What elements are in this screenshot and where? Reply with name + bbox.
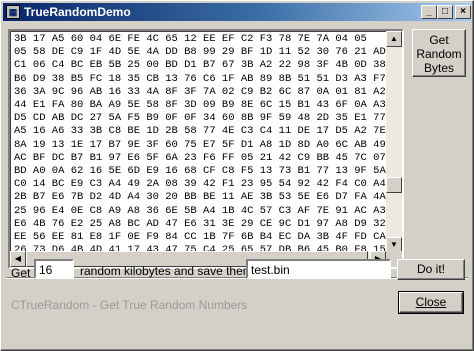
main-window: ▦ TrueRandomDemo _ □ × 3B 17 A5 60 04 6E… xyxy=(0,0,474,351)
hex-line: BD A0 0A 62 16 5E 6D E9 16 68 CF C8 F5 1… xyxy=(14,165,386,178)
vertical-scrollbar[interactable]: ▲ ▼ xyxy=(386,31,402,253)
hex-line: 05 58 DE C9 1F 4D 5E 4A DD B8 99 29 BF 1… xyxy=(14,46,386,59)
hex-line: 2B B7 E6 7B D2 4D A4 30 20 BB BE 11 AE 3… xyxy=(14,191,386,204)
hex-line: E6 4B 76 E2 25 A8 BC AD 47 E6 31 3E 29 C… xyxy=(14,217,386,230)
hex-dump-text: 3B 17 A5 60 04 6E FE 4C 65 12 EE EF C2 F… xyxy=(14,33,386,257)
app-icon: ▦ xyxy=(6,5,20,19)
scroll-left-button[interactable]: ◀ xyxy=(10,251,26,267)
hex-line: 3B 17 A5 60 04 6E FE 4C 65 12 EE EF C2 F… xyxy=(14,33,367,45)
hex-line: 36 3A 9C 96 AB 16 33 4A 8F 3F 7A 02 C9 B… xyxy=(14,85,386,98)
hex-line: B6 D9 38 B5 FC 18 35 CB 13 76 C6 1F AB 8… xyxy=(14,72,386,85)
hex-line: 44 E1 FA 80 BA A9 5E 58 8F 3D 09 B9 8E 6… xyxy=(14,99,386,112)
hex-line: 25 96 E4 0E C8 A9 A8 36 6E 5B A4 1B 4C 5… xyxy=(14,204,386,217)
hex-line: D5 CD AB DC 27 5A F5 B9 0F 0F 34 60 8B 9… xyxy=(14,112,386,125)
close-button[interactable]: Close xyxy=(398,291,464,314)
minimize-button[interactable]: _ xyxy=(421,5,437,19)
vertical-scroll-thumb[interactable] xyxy=(386,177,402,193)
status-text: CTrueRandom - Get True Random Numbers xyxy=(11,298,248,312)
title-bar[interactable]: ▦ TrueRandomDemo _ □ × xyxy=(3,3,471,21)
scroll-up-button[interactable]: ▲ xyxy=(386,31,402,47)
hex-line: C1 06 C4 BC EB 5B 25 00 BD D1 B7 67 3B A… xyxy=(14,59,386,72)
hex-line: AC BF DC B7 B1 97 E6 5F 6A 23 F6 FF 05 2… xyxy=(14,151,386,164)
maximize-button[interactable]: □ xyxy=(437,5,453,19)
hex-output-box[interactable]: 3B 17 A5 60 04 6E FE 4C 65 12 EE EF C2 F… xyxy=(8,29,404,269)
filename-input[interactable]: test.bin xyxy=(246,259,391,279)
do-it-button[interactable]: Do it! xyxy=(397,259,465,280)
get-random-bytes-button[interactable]: Get Random Bytes xyxy=(412,29,466,77)
hex-line: EE 56 EE 81 E8 1F 0E F9 84 CC 1B 7F 6B B… xyxy=(14,231,386,244)
get-label: Get xyxy=(11,266,31,280)
hex-line: C0 14 BC E9 C3 A4 49 2A 08 39 42 F1 23 9… xyxy=(14,178,386,191)
window-title: TrueRandomDemo xyxy=(24,5,131,19)
kilobytes-input[interactable]: 16 xyxy=(34,259,74,279)
hex-line: 8A 19 13 1E 17 B7 9E 3F 60 75 E7 5F D1 A… xyxy=(14,138,386,151)
close-window-button[interactable]: × xyxy=(455,5,471,19)
hex-line: A5 16 A6 33 3B C8 BE 1D 2B 58 77 4E C3 C… xyxy=(14,125,386,138)
